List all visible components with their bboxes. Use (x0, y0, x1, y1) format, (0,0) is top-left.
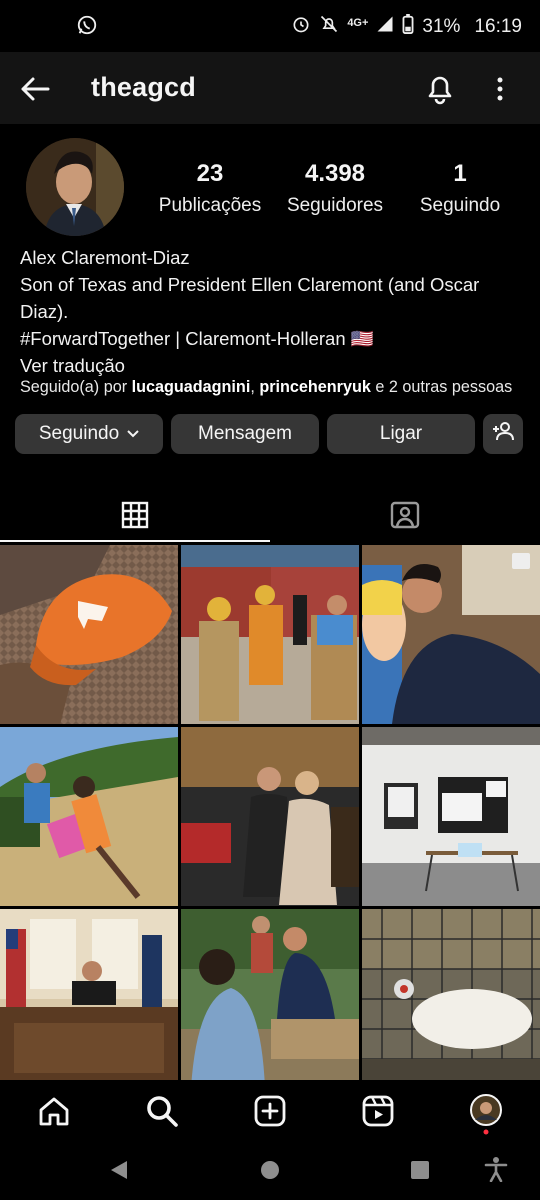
stat-value: 4.398 (304, 160, 366, 187)
stat-value: 1 (453, 160, 467, 187)
grid-post[interactable] (181, 727, 359, 906)
grid-post[interactable] (0, 545, 178, 724)
mute-icon (319, 14, 339, 40)
accessibility-icon[interactable] (484, 1156, 508, 1187)
signal-icon (376, 15, 394, 39)
search-icon[interactable] (145, 1094, 179, 1128)
message-label: Mensagem (198, 423, 292, 444)
status-bar: 4G+ 31% 16:19 (0, 0, 540, 52)
back-triangle-icon[interactable] (109, 1159, 129, 1186)
followed-user[interactable]: princehenryuk (259, 378, 371, 396)
tab-grid[interactable] (0, 490, 270, 544)
stat-following[interactable]: 1 Seguindo (412, 160, 508, 217)
profile-stats: 23 Publicações 4.398 Seguidores 1 Seguin… (150, 160, 520, 230)
create-icon[interactable] (253, 1094, 287, 1128)
grid-post[interactable] (362, 727, 540, 906)
battery-percent: 31% (422, 16, 461, 37)
bottom-navigation (0, 1080, 540, 1140)
grid-post[interactable] (181, 545, 359, 724)
profile-tabs (0, 490, 540, 544)
battery-icon (402, 14, 414, 40)
bio-text: Son of Texas and President Ellen Claremo… (20, 274, 480, 322)
home-icon[interactable] (37, 1094, 71, 1128)
grid-post[interactable] (362, 545, 540, 724)
grid-post[interactable] (181, 909, 359, 1088)
profile-name: Alex Claremont-Diaz (20, 247, 190, 268)
call-label: Ligar (379, 423, 423, 444)
profile-avatar[interactable] (469, 1094, 503, 1135)
whatsapp-icon (76, 14, 98, 41)
followed-by[interactable]: Seguido(a) por lucaguadagnini, princehen… (20, 378, 512, 397)
bio-hashtags[interactable]: #ForwardTogether | Claremont-Holleran 🇺🇸 (20, 325, 525, 352)
recents-square-icon[interactable] (410, 1160, 430, 1185)
home-circle-icon[interactable] (260, 1160, 280, 1185)
grid-post[interactable] (0, 909, 178, 1088)
posts-grid (0, 545, 540, 1088)
stat-followers[interactable]: 4.398 Seguidores (276, 160, 394, 217)
stat-label: Seguindo (419, 195, 501, 216)
grid-post[interactable] (0, 727, 178, 906)
stat-label: Seguidores (286, 195, 384, 216)
stat-posts[interactable]: 23 Publicações (152, 160, 268, 217)
following-button[interactable]: Seguindo (15, 414, 163, 454)
call-button[interactable]: Ligar (327, 414, 475, 454)
bell-icon[interactable] (424, 71, 456, 105)
chevron-down-icon (127, 423, 139, 445)
followed-suffix: e 2 outras pessoas (370, 378, 513, 396)
grid-post[interactable] (362, 909, 540, 1088)
followed-separator: , (250, 378, 260, 396)
stat-label: Publicações (158, 195, 262, 216)
see-translation-link[interactable]: Ver tradução (20, 352, 525, 379)
tab-tagged[interactable] (270, 490, 540, 544)
system-navigation (0, 1140, 540, 1200)
alarm-icon (291, 14, 311, 40)
more-vertical-icon[interactable] (488, 74, 512, 104)
tagged-icon (390, 501, 420, 534)
followed-prefix: Seguido(a) por (20, 378, 132, 396)
stat-value: 23 (196, 160, 224, 187)
add-person-icon (492, 421, 514, 447)
active-tab-indicator (0, 540, 270, 542)
profile-username: theagcd (91, 72, 196, 102)
followed-user[interactable]: lucaguadagnini (132, 378, 251, 396)
profile-bio: Alex Claremont-Diaz Son of Texas and Pre… (20, 244, 525, 379)
app-bar: theagcd (0, 52, 540, 124)
message-button[interactable]: Mensagem (171, 414, 319, 454)
suggested-users-button[interactable] (483, 414, 523, 454)
following-label: Seguindo (38, 423, 120, 444)
reels-icon[interactable] (361, 1094, 395, 1128)
profile-avatar[interactable] (26, 138, 124, 236)
back-arrow-icon[interactable] (18, 72, 52, 106)
grid-icon (121, 501, 149, 534)
clock: 16:19 (474, 16, 522, 37)
network-type: 4G+ (347, 17, 369, 29)
